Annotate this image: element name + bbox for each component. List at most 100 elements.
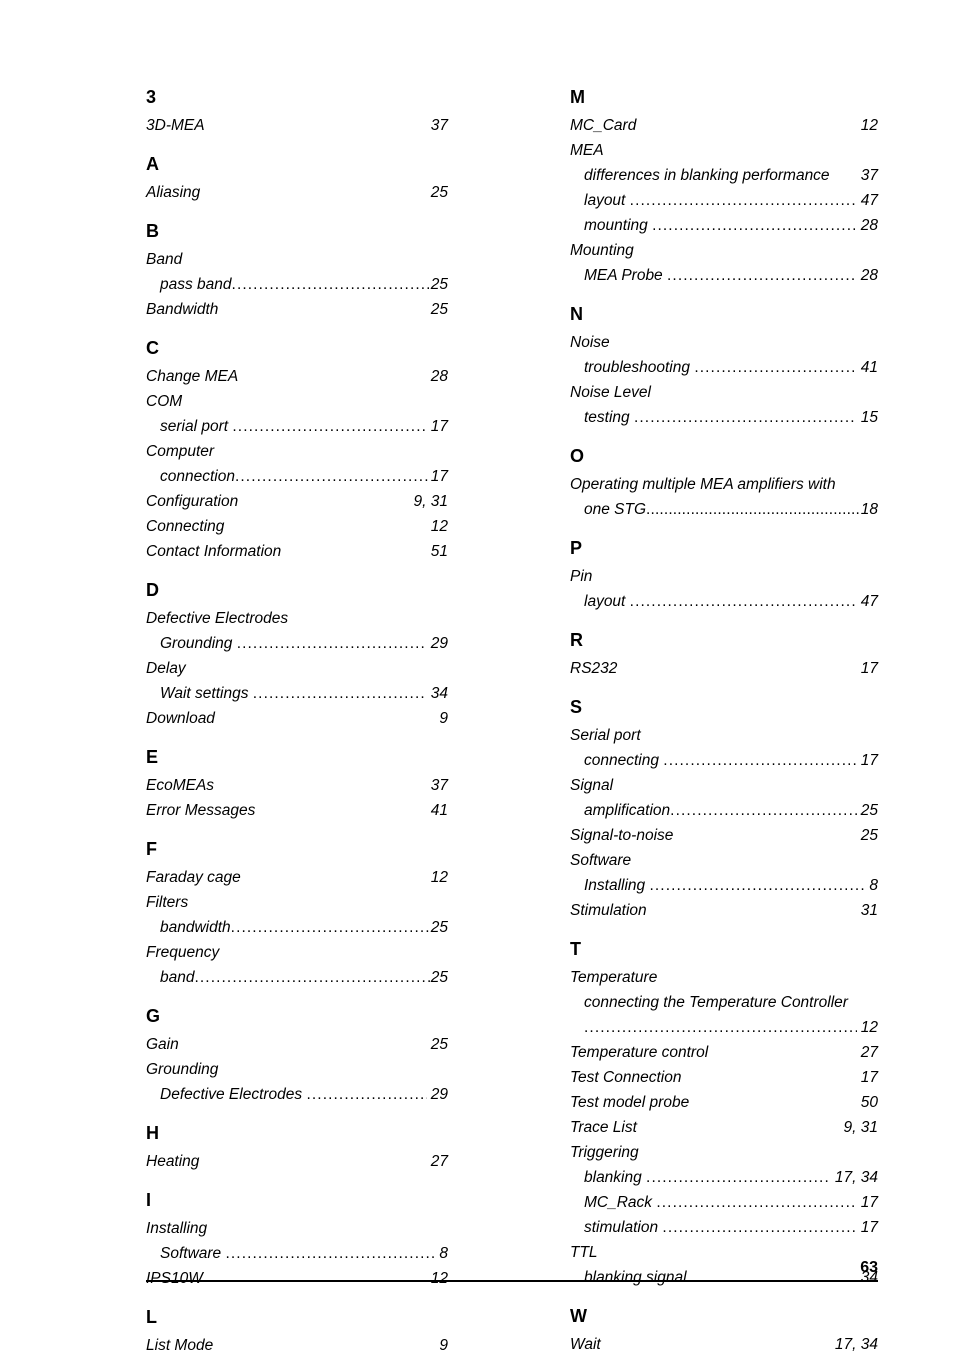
index-subentry[interactable]: mounting 28	[570, 213, 878, 238]
index-section: C Change MEA 28 COM serial port 17 Computer co…	[146, 339, 448, 564]
index-entry[interactable]: Gain 25	[146, 1032, 448, 1057]
index-subentry[interactable]: testing 15	[570, 405, 878, 430]
index-entry[interactable]: Configuration 9, 31	[146, 489, 448, 514]
index-term: Filters	[146, 894, 189, 911]
index-entry[interactable]: 3D-MEA 37	[146, 113, 448, 138]
index-subentry-page-number: 25	[860, 802, 878, 819]
index-section-letter: I	[146, 1190, 152, 1210]
index-subentry-page-number: 25	[430, 969, 448, 986]
index-subentry[interactable]: Wait settings 34	[146, 681, 448, 706]
dot-leader	[649, 873, 865, 898]
index-entry-page-number: 37	[430, 117, 448, 134]
index-section-letter: T	[570, 939, 581, 959]
dot-leader	[232, 414, 426, 439]
index-section: H Heating 27	[146, 1124, 448, 1174]
index-entry[interactable]: Operating multiple MEA amplifiers with on…	[570, 472, 878, 522]
index-entry[interactable]: Change MEA 28	[146, 364, 448, 389]
index-subentry[interactable]: serial port 17	[146, 414, 448, 439]
index-entry[interactable]: Contact Information 51	[146, 539, 448, 564]
index-entry[interactable]: Test model probe 50	[570, 1090, 878, 1115]
index-entry[interactable]: EcoMEAs 37	[146, 773, 448, 798]
dot-leader	[656, 1190, 856, 1215]
dot-leader	[694, 355, 856, 380]
index-subentry[interactable]: amplification 25	[570, 798, 878, 823]
index-subentry-label: connecting	[584, 752, 664, 769]
index-entry-page-number: 41	[430, 802, 448, 819]
index-entry[interactable]: MC_Card 12	[570, 113, 878, 138]
index-subentry[interactable]: Installing 8	[570, 873, 878, 898]
index-section: P Pin layout 47	[570, 539, 878, 614]
index-entry-page-number: 25	[430, 1036, 448, 1053]
index-subentry[interactable]: band 25	[146, 965, 448, 990]
index-term: COM	[146, 393, 183, 410]
dot-leader	[663, 748, 856, 773]
index-entry-label: EcoMEAs	[146, 777, 215, 794]
index-section: B Band pass band 25 Bandwidth 25	[146, 222, 448, 322]
index-subentry[interactable]: troubleshooting 41	[570, 355, 878, 380]
index-subentry[interactable]: stimulation 17	[570, 1215, 878, 1240]
page-footer: 63	[146, 1258, 878, 1282]
index-entry[interactable]: Wait 17, 34	[570, 1332, 878, 1357]
index-entry[interactable]: Download 9	[146, 706, 448, 731]
index-subentry[interactable]: Grounding 29	[146, 631, 448, 656]
index-subentry-leader-line: 12	[584, 1015, 878, 1040]
index-subentry-label: troubleshooting	[584, 359, 695, 376]
index-subentry[interactable]: bandwidth 25	[146, 915, 448, 940]
index-entry-label: Test Connection	[570, 1069, 682, 1086]
index-subentry[interactable]: connecting 17	[570, 748, 878, 773]
index-subentry[interactable]: MEA Probe 28	[570, 263, 878, 288]
index-entry-page-number: 9	[439, 1337, 448, 1354]
index-section: 3 3D-MEA 37	[146, 88, 448, 138]
dot-leader	[652, 213, 857, 238]
index-subentry[interactable]: connection 17	[146, 464, 448, 489]
index-entry-label: Signal-to-noise	[570, 827, 674, 844]
index-entry-label: Test model probe	[570, 1094, 690, 1111]
index-subentry[interactable]: connecting the Temperature Controller 12	[570, 990, 878, 1040]
index-entry[interactable]: RS232 17	[570, 656, 878, 681]
dot-leader	[634, 405, 857, 430]
index-entry[interactable]: Bandwidth 25	[146, 297, 448, 322]
index-entry[interactable]: Error Messages 41	[146, 798, 448, 823]
index-entry[interactable]: Connecting 12	[146, 514, 448, 539]
index-section-letter: E	[146, 747, 159, 767]
index-section: R RS232 17	[570, 631, 878, 681]
index-term: Installing	[146, 1220, 208, 1237]
dot-leader	[194, 965, 430, 990]
index-subentry[interactable]: Defective Electrodes 29	[146, 1082, 448, 1107]
dot-leader	[253, 681, 427, 706]
index-subentry[interactable]: pass band 25	[146, 272, 448, 297]
index-subentry[interactable]: blanking 17, 34	[570, 1165, 878, 1190]
index-entry-label: RS232	[570, 660, 618, 677]
index-entry[interactable]: Signal-to-noise 25	[570, 823, 878, 848]
index-entry[interactable]: Temperature control 27	[570, 1040, 878, 1065]
index-entry[interactable]: Stimulation 31	[570, 898, 878, 923]
index-entry-label: Change MEA	[146, 368, 239, 385]
index-subentry-label: testing	[584, 409, 634, 426]
index-subentry[interactable]: MC_Rack 17	[570, 1190, 878, 1215]
index-entry-label: Wait	[570, 1336, 601, 1353]
index-column-right: M MC_Card 12 MEA differences in blanking per…	[570, 88, 878, 1358]
index-entry[interactable]: Heating 27	[146, 1149, 448, 1174]
index-section-letter: L	[146, 1307, 157, 1327]
index-term: Temperature	[570, 969, 658, 986]
index-subentry-page-number: 12	[860, 1019, 878, 1036]
index-entry-label: Bandwidth	[146, 301, 219, 318]
index-subentry-page-number: 29	[430, 1086, 448, 1103]
index-entry[interactable]: Trace List 9, 31	[570, 1115, 878, 1140]
index-subentry-page-number: 28	[860, 217, 878, 234]
index-entry-page-number: 17, 34	[834, 1336, 878, 1353]
index-subentry-page-number: 34	[430, 685, 448, 702]
index-term: Software	[570, 852, 632, 869]
index-subentry-page-number: 17	[430, 418, 448, 435]
index-term: Delay	[146, 660, 186, 677]
index-entry[interactable]: Faraday cage 12	[146, 865, 448, 890]
index-subentry[interactable]: layout 47	[570, 589, 878, 614]
index-term: Grounding	[146, 1061, 219, 1078]
index-subentry-label: connecting the Temperature Controller	[584, 994, 848, 1011]
index-subentry[interactable]: layout 47	[570, 188, 878, 213]
index-section-letter: A	[146, 154, 159, 174]
index-entry[interactable]: Aliasing 25	[146, 180, 448, 205]
index-subentry[interactable]: differences in blanking performance 37	[570, 163, 878, 188]
index-entry[interactable]: List Mode 9	[146, 1333, 448, 1358]
index-entry[interactable]: Test Connection 17	[570, 1065, 878, 1090]
